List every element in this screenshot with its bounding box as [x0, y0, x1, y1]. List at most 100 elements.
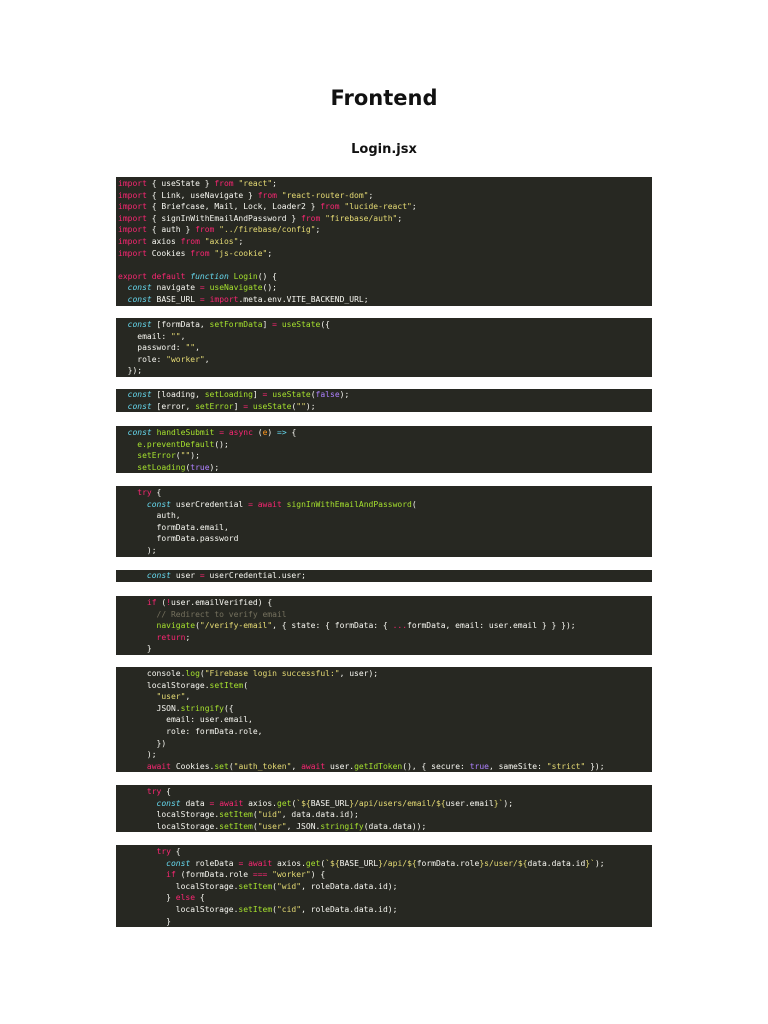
code-token: setFormData: [209, 320, 263, 329]
code-token: userCredential: [171, 499, 249, 509]
code-token: "": [180, 451, 191, 461]
code-token: JSON.: [118, 703, 181, 713]
code-token: const: [127, 283, 152, 293]
code-token: default: [151, 271, 186, 281]
code-token: ;: [411, 202, 417, 212]
code-token: (: [156, 598, 167, 607]
code-token: ,: [180, 331, 186, 341]
code-line: await Cookies.set("auth_token", await us…: [118, 761, 650, 773]
code-token: axios.: [243, 798, 277, 808]
code-token: [formData,: [151, 320, 210, 329]
code-token: (), { secure:: [402, 761, 470, 771]
code-block: const user = userCredential.user;: [116, 570, 652, 582]
code-line: email: "",: [118, 331, 650, 343]
code-line: console.log("Firebase login successful:"…: [118, 668, 650, 680]
code-token: useState: [252, 401, 292, 411]
code-token: ;: [368, 190, 374, 200]
code-token: ,: [204, 354, 210, 364]
code-token: export: [118, 271, 147, 281]
code-token: ({: [223, 703, 234, 713]
code-token: setLoading: [204, 390, 253, 399]
code-token: navigate: [151, 283, 200, 293]
code-token: data: [180, 798, 210, 808]
code-token: const: [127, 390, 152, 399]
code-token: {: [161, 787, 171, 796]
code-token: email: user.email,: [118, 715, 253, 725]
code-token: try: [137, 488, 152, 497]
code-token: , roleData.data.id);: [301, 881, 398, 891]
code-token: ,: [195, 343, 200, 353]
code-line: }): [118, 738, 650, 750]
code-line: });: [118, 365, 650, 377]
code-line: localStorage.setItem("wid", roleData.dat…: [118, 881, 650, 893]
code-token: setItem: [219, 821, 253, 831]
code-token: `${: [296, 798, 311, 808]
code-line: const BASE_URL = import.meta.env.VITE_BA…: [118, 294, 650, 306]
code-token: formData.role: [416, 858, 480, 868]
code-token: }: [118, 644, 152, 654]
code-token: ) {: [310, 870, 326, 880]
code-token: "strict": [546, 761, 586, 771]
code-token: const: [127, 401, 152, 411]
code-token: axios: [146, 236, 181, 246]
code-block: try { const userCredential = await signI…: [116, 486, 652, 557]
code-block: try { const roleData = await axios.get(`…: [116, 845, 652, 928]
code-token: {: [195, 893, 205, 903]
code-line: import { signInWithEmailAndPassword } fr…: [118, 213, 650, 225]
code-token: "lucide-react": [344, 202, 412, 212]
code-token: user.email: [445, 798, 494, 808]
code-token: { signInWithEmailAndPassword }: [146, 213, 302, 223]
code-line: const data = await axios.get(`${BASE_URL…: [118, 798, 650, 810]
code-token: "react": [238, 179, 273, 188]
code-token: stringify: [320, 821, 364, 831]
code-token: from: [195, 225, 215, 235]
code-token: localStorage.: [118, 680, 210, 690]
code-token: function: [190, 271, 229, 281]
code-token: try: [156, 847, 171, 856]
code-token: role: formData.role,: [118, 726, 263, 736]
code-token: password:: [118, 343, 186, 353]
code-token: Cookies: [146, 248, 191, 258]
code-token: useState: [272, 390, 311, 399]
code-line: if (!user.emailVerified) {: [118, 597, 650, 609]
code-line: e.preventDefault();: [118, 439, 650, 451]
code-token: ]: [262, 320, 273, 329]
code-token: import: [118, 236, 147, 246]
code-line: "user",: [118, 691, 650, 703]
code-token: from: [301, 213, 321, 223]
code-token: await: [248, 858, 273, 868]
code-token: }: [118, 916, 171, 926]
code-token: ]: [252, 390, 263, 399]
code-line: import axios from "axios";: [118, 236, 650, 248]
code-line: setError("");: [118, 450, 650, 462]
code-line: // Redirect to verify email: [118, 609, 650, 621]
code-token: if: [146, 598, 157, 607]
code-token: setError: [137, 451, 176, 461]
code-token: useNavigate: [209, 283, 263, 293]
code-line: import { Link, useNavigate } from "react…: [118, 190, 650, 202]
code-token: "wid": [276, 881, 302, 891]
code-token: [error,: [151, 401, 196, 411]
code-token: import: [118, 190, 147, 200]
code-line: try {: [118, 487, 650, 499]
file-name-heading: Login.jsx: [351, 142, 417, 157]
code-token: axios.: [272, 858, 306, 868]
code-line: password: "",: [118, 342, 650, 354]
code-token: "user": [257, 821, 287, 831]
code-block: try { const data = await axios.get(`${BA…: [116, 785, 652, 833]
code-token: {: [286, 428, 297, 437]
code-token: Cookies.: [171, 761, 215, 771]
code-token: formData, email: user.email } } });: [407, 621, 576, 631]
code-line: const handleSubmit = async (e) => {: [118, 427, 650, 439]
code-line: } else {: [118, 892, 650, 904]
code-token: email:: [118, 331, 171, 341]
code-block: if (!user.emailVerified) { // Redirect t…: [116, 596, 652, 655]
code-token: auth,: [118, 511, 181, 521]
code-block: import { useState } from "react"; import …: [116, 177, 652, 306]
